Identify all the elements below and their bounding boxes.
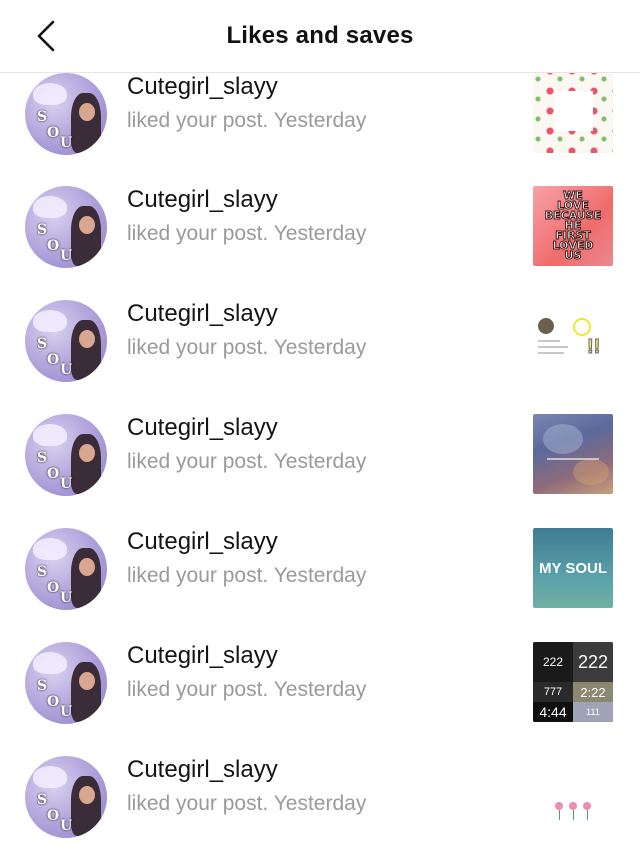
- notification-row[interactable]: SOU Cutegirl_slayy liked your post. Yest…: [0, 284, 640, 397]
- notification-subtext: liked your post. Yesterday: [127, 109, 367, 132]
- notification-row[interactable]: SOU Cutegirl_slayy liked your post. Yest…: [0, 512, 640, 625]
- page-title: Likes and saves: [226, 22, 414, 49]
- avatar[interactable]: SOU: [25, 641, 107, 724]
- avatar[interactable]: SOU: [25, 527, 107, 610]
- notification-row[interactable]: SOU Cutegirl_slayy liked your post. Yest…: [0, 626, 640, 739]
- username[interactable]: Cutegirl_slayy: [127, 73, 366, 101]
- thumbnail-caption: WE LOVE BECAUSE HE FIRST LOVED US: [544, 189, 602, 262]
- avatar[interactable]: SOU: [25, 185, 107, 268]
- notification-row[interactable]: SOU Cutegirl_slayy liked your post. Yest…: [0, 170, 640, 283]
- post-thumbnail[interactable]: MY SOUL: [533, 528, 613, 608]
- post-thumbnail[interactable]: WE LOVE BECAUSE HE FIRST LOVED US: [533, 186, 613, 266]
- username[interactable]: Cutegirl_slayy: [127, 642, 366, 670]
- thumbnail-caption: MY SOUL: [538, 560, 608, 577]
- notification-subtext: liked your post. Yesterday: [127, 792, 367, 815]
- username[interactable]: Cutegirl_slayy: [127, 186, 366, 214]
- post-thumbnail[interactable]: [533, 414, 613, 494]
- notification-row[interactable]: SOU Cutegirl_slayy liked your post. Yest…: [0, 57, 640, 170]
- username[interactable]: Cutegirl_slayy: [127, 528, 366, 556]
- username[interactable]: Cutegirl_slayy: [127, 756, 366, 784]
- post-thumbnail[interactable]: [533, 756, 613, 836]
- notification-row[interactable]: SOU Cutegirl_slayy liked your post. Yest…: [0, 398, 640, 511]
- username[interactable]: Cutegirl_slayy: [127, 300, 366, 328]
- notification-subtext: liked your post. Yesterday: [127, 564, 367, 587]
- notification-subtext: liked your post. Yesterday: [127, 450, 367, 473]
- chevron-left-icon: [37, 20, 55, 52]
- avatar[interactable]: SOU: [25, 299, 107, 382]
- back-button[interactable]: [28, 18, 64, 54]
- notification-row[interactable]: SOU Cutegirl_slayy liked your post. Yest…: [0, 740, 640, 853]
- post-thumbnail[interactable]: !!: [533, 300, 613, 380]
- post-thumbnail[interactable]: 222 222 777 2:22 4:44 111: [533, 642, 613, 722]
- notification-subtext: liked your post. Yesterday: [127, 336, 367, 359]
- post-thumbnail[interactable]: [533, 73, 613, 153]
- avatar[interactable]: SOU: [25, 72, 107, 155]
- avatar[interactable]: SOU: [25, 413, 107, 496]
- notification-subtext: liked your post. Yesterday: [127, 222, 367, 245]
- avatar[interactable]: SOU: [25, 755, 107, 838]
- notification-subtext: liked your post. Yesterday: [127, 678, 367, 701]
- username[interactable]: Cutegirl_slayy: [127, 414, 366, 442]
